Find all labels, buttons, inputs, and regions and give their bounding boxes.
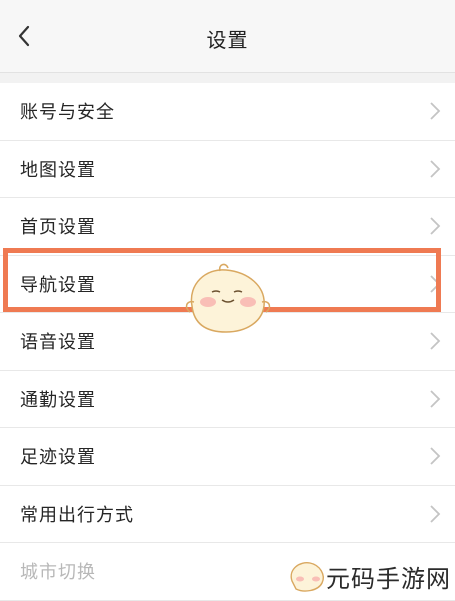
settings-item-label: 导航设置 [20, 274, 96, 296]
settings-item-label: 账号与安全 [20, 102, 115, 124]
settings-item-footprint[interactable]: 足迹设置 [0, 428, 455, 486]
settings-item-navigation[interactable]: 导航设置 [0, 256, 455, 313]
chevron-right-icon [430, 447, 441, 465]
chevron-right-icon [430, 505, 441, 523]
chevron-right-icon [430, 332, 441, 350]
chevron-right-icon [430, 102, 441, 120]
settings-item-commute[interactable]: 通勤设置 [0, 371, 455, 428]
settings-item-voice[interactable]: 语音设置 [0, 313, 455, 371]
settings-item-map[interactable]: 地图设置 [0, 141, 455, 198]
top-nav-bar: 设置 [0, 0, 455, 73]
settings-item-label: 足迹设置 [20, 447, 96, 469]
chevron-right-icon [430, 275, 441, 293]
chevron-right-icon [430, 217, 441, 235]
chevron-right-icon [430, 160, 441, 178]
settings-item-label: 常用出行方式 [20, 504, 134, 526]
settings-item-label: 通勤设置 [20, 389, 96, 411]
chevron-right-icon [430, 390, 441, 408]
settings-item-account-security[interactable]: 账号与安全 [0, 83, 455, 141]
settings-item-label: 地图设置 [20, 159, 96, 181]
settings-item-city-switch[interactable]: 城市切换 [0, 543, 455, 601]
settings-item-label: 首页设置 [20, 217, 96, 239]
settings-item-homepage[interactable]: 首页设置 [0, 198, 455, 256]
settings-list: 账号与安全 地图设置 首页设置 导航设置 语音设置 通勤设置 足迹设置 常用出行… [0, 83, 455, 601]
settings-item-label: 语音设置 [20, 332, 96, 354]
settings-item-travel-mode[interactable]: 常用出行方式 [0, 486, 455, 543]
settings-item-label: 城市切换 [20, 562, 96, 584]
page-title: 设置 [206, 28, 249, 52]
